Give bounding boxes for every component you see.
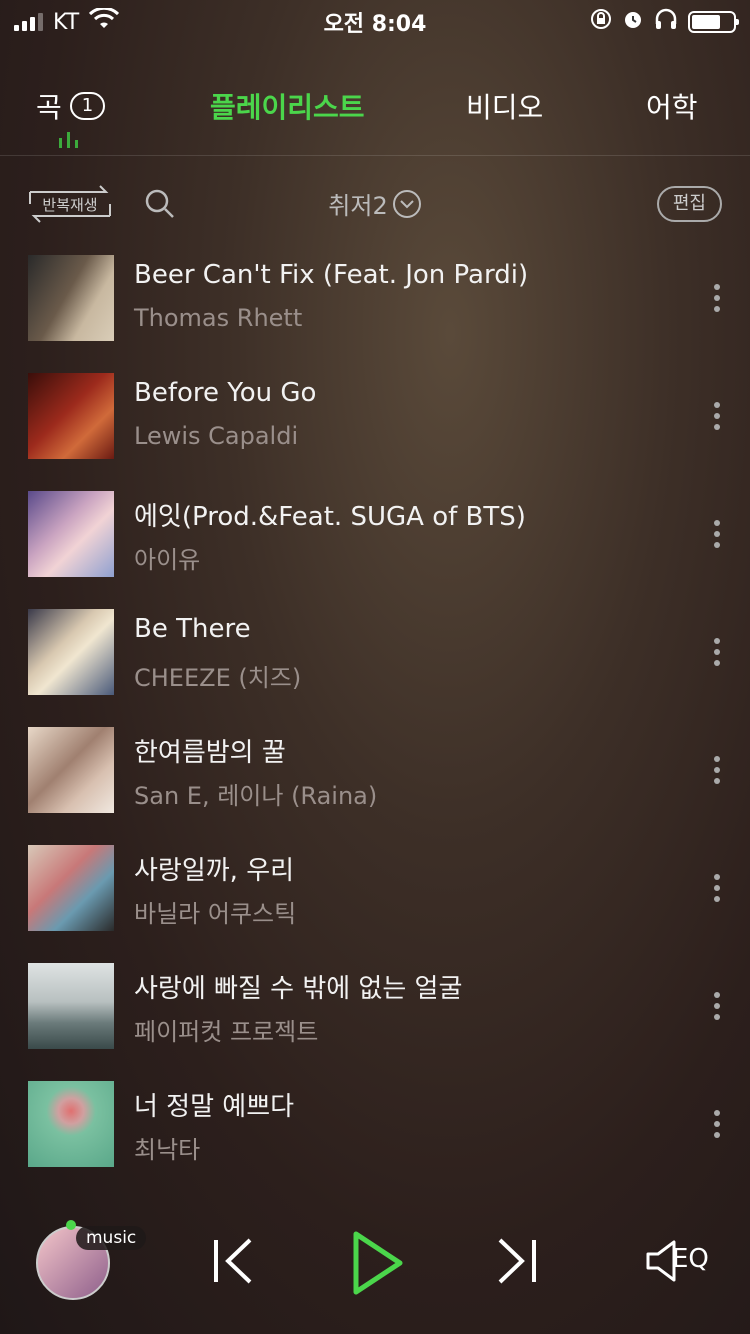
more-options-icon[interactable] — [714, 756, 720, 784]
play-icon[interactable] — [350, 1228, 406, 1302]
album-art — [28, 255, 114, 341]
list-item[interactable]: 너 정말 예쁘다 최낙타 — [0, 1066, 750, 1184]
tab-playlist[interactable]: 플레이리스트 — [210, 86, 365, 126]
song-title: Before You Go — [134, 378, 317, 408]
song-title: 사랑에 빠질 수 밖에 없는 얼굴 — [134, 974, 463, 1004]
list-item[interactable]: 한여름밤의 꿀 San E, 레이나 (Raina) — [0, 712, 750, 830]
more-options-icon[interactable] — [714, 402, 720, 430]
song-list: Beer Can't Fix (Feat. Jon Pardi) Thomas … — [0, 240, 750, 1184]
song-artist: 바닐라 어쿠스틱 — [134, 900, 297, 928]
album-art — [28, 727, 114, 813]
live-dot-icon — [66, 1220, 76, 1230]
more-options-icon[interactable] — [714, 284, 720, 312]
song-artist: 아이유 — [134, 546, 201, 574]
mini-player: music EQ — [0, 1200, 750, 1334]
song-artist: CHEEZE (치즈) — [134, 664, 302, 692]
list-item[interactable]: Be There CHEEZE (치즈) — [0, 594, 750, 712]
song-title: 사랑일까, 우리 — [134, 856, 295, 886]
alarm-icon — [622, 8, 644, 36]
eq-label: EQ — [672, 1244, 709, 1274]
more-options-icon[interactable] — [714, 638, 720, 666]
song-artist: 최낙타 — [134, 1136, 201, 1164]
battery-icon — [688, 11, 739, 33]
chevron-down-icon — [392, 189, 421, 218]
song-artist: San E, 레이나 (Raina) — [134, 782, 378, 810]
song-artist: Lewis Capaldi — [134, 422, 299, 450]
previous-track-icon[interactable] — [210, 1236, 256, 1290]
more-options-icon[interactable] — [714, 874, 720, 902]
headphones-icon — [654, 8, 678, 36]
source-badge: music — [76, 1226, 147, 1250]
song-title: Beer Can't Fix (Feat. Jon Pardi) — [134, 260, 529, 290]
top-tab-bar: 곡 1 플레이리스트 비디오 어학 — [0, 80, 750, 156]
album-art — [28, 1081, 114, 1167]
sort-label: 취저2 — [328, 192, 388, 220]
song-artist: 페이퍼컷 프로젝트 — [134, 1018, 319, 1046]
playlist-toolbar: 반복재생 취저2 편집 — [0, 178, 750, 230]
album-art — [28, 491, 114, 577]
album-art — [28, 963, 114, 1049]
more-options-icon[interactable] — [714, 992, 720, 1020]
song-title: 한여름밤의 꿀 — [134, 738, 286, 768]
tab-study[interactable]: 어학 — [646, 86, 698, 126]
song-title: 에잇(Prod.&Feat. SUGA of BTS) — [134, 502, 526, 532]
song-title: 너 정말 예쁘다 — [134, 1092, 295, 1122]
album-art — [28, 609, 114, 695]
album-art — [28, 845, 114, 931]
equalizer-button[interactable]: EQ — [644, 1236, 714, 1290]
more-options-icon[interactable] — [714, 1110, 720, 1138]
status-right — [590, 8, 739, 36]
song-title: Be There — [134, 614, 251, 644]
list-item[interactable]: Before You Go Lewis Capaldi — [0, 358, 750, 476]
edit-button[interactable]: 편집 — [656, 186, 722, 222]
tab-song-label: 곡 — [36, 91, 62, 124]
more-options-icon[interactable] — [714, 520, 720, 548]
sort-dropdown[interactable]: 취저2 — [0, 186, 750, 221]
next-track-icon[interactable] — [494, 1236, 540, 1290]
tab-video[interactable]: 비디오 — [466, 86, 543, 126]
list-item[interactable]: Beer Can't Fix (Feat. Jon Pardi) Thomas … — [0, 240, 750, 358]
album-art — [28, 373, 114, 459]
tab-song[interactable]: 곡 1 — [36, 86, 106, 126]
status-bar: KT 오전 8:04 — [0, 0, 750, 40]
song-artist: Thomas Rhett — [134, 304, 303, 332]
list-item[interactable]: 사랑에 빠질 수 밖에 없는 얼굴 페이퍼컷 프로젝트 — [0, 948, 750, 1066]
now-playing-indicator-icon — [59, 132, 78, 148]
list-item[interactable]: 에잇(Prod.&Feat. SUGA of BTS) 아이유 — [0, 476, 750, 594]
list-item[interactable]: 사랑일까, 우리 바닐라 어쿠스틱 — [0, 830, 750, 948]
song-count-badge: 1 — [69, 92, 106, 120]
rotation-lock-icon — [590, 8, 612, 36]
